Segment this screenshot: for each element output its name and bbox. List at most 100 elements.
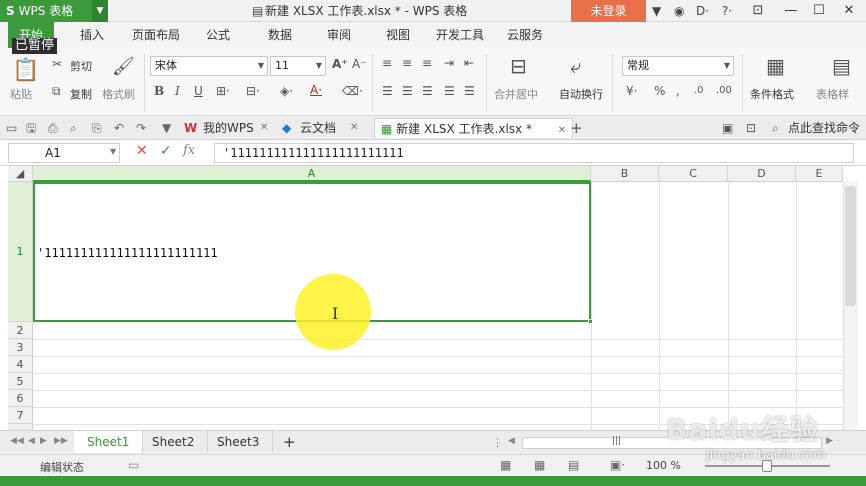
column-header-c[interactable]: C — [659, 166, 728, 182]
close-icon[interactable]: ✕ — [350, 118, 358, 138]
print-preview-icon[interactable]: ⌕ — [70, 118, 77, 138]
decrease-decimal-icon[interactable]: .00 — [716, 85, 732, 96]
share-icon[interactable]: D· — [696, 3, 709, 19]
formula-input[interactable]: '111111111111111111111111 — [214, 143, 854, 163]
align-right-icon[interactable]: ☰ — [422, 84, 433, 98]
chevron-down-icon[interactable]: ▼ — [92, 0, 108, 22]
scroll-right-icon[interactable]: ▶ — [826, 436, 833, 446]
customize-icon[interactable]: ▼ — [162, 118, 171, 138]
cancel-icon[interactable]: ✕ — [136, 143, 148, 159]
bold-icon[interactable]: B — [154, 84, 164, 98]
increase-decimal-icon[interactable]: .0 — [694, 85, 704, 96]
paste-button[interactable]: 粘贴 — [10, 86, 32, 102]
font-color-icon[interactable]: A· — [310, 83, 322, 97]
decrease-font-icon[interactable]: A⁻ — [352, 57, 367, 71]
paste-icon[interactable]: 📋 — [12, 58, 39, 83]
chevron-down-icon[interactable]: ▼ — [110, 147, 116, 156]
select-all-corner[interactable]: ◢ — [8, 166, 33, 182]
copy-button[interactable]: 复制 — [70, 86, 92, 102]
settings-icon[interactable]: ◉ — [674, 3, 684, 19]
tab-review[interactable]: 审阅 — [321, 22, 357, 48]
wrap-text-button[interactable]: 自动换行 — [559, 86, 603, 102]
find-command-input[interactable]: 点此查找命令 — [788, 118, 860, 138]
prev-sheet-icon[interactable]: ◀ — [28, 436, 35, 446]
horizontal-scroll-thumb[interactable]: ||| — [612, 436, 621, 446]
table-style-icon[interactable]: ▤ — [832, 54, 851, 78]
export-icon[interactable]: ⎘ — [92, 118, 102, 138]
row-header-6[interactable]: 6 — [8, 390, 33, 407]
first-sheet-icon[interactable]: ◀◀ — [10, 436, 24, 446]
align-top-icon[interactable]: ≡ — [382, 56, 392, 70]
clear-format-icon[interactable]: ⌫· — [342, 84, 363, 98]
currency-icon[interactable]: ¥· — [626, 84, 637, 98]
help-icon[interactable]: ?· — [722, 3, 732, 19]
next-sheet-icon[interactable]: ▶ — [40, 436, 47, 446]
underline-icon[interactable]: U — [194, 84, 203, 98]
tab-developer[interactable]: 开发工具 — [432, 22, 488, 48]
fill-handle[interactable] — [588, 319, 593, 324]
font-size-select[interactable]: 11 ▼ — [270, 56, 326, 76]
name-box[interactable]: A1 — [8, 143, 120, 163]
thousands-icon[interactable]: , — [676, 84, 680, 98]
increase-font-icon[interactable]: A⁺ — [332, 57, 348, 71]
wrap-text-icon[interactable]: ⤶ — [570, 54, 581, 78]
column-header-e[interactable]: E — [796, 166, 843, 182]
row-header-1[interactable]: 1 — [8, 182, 33, 322]
tab-cloud-docs[interactable]: 云文档 — [300, 118, 336, 138]
maximize-button[interactable]: ☐ — [806, 0, 832, 22]
sheet-tab-2[interactable]: Sheet2 — [139, 431, 209, 453]
page-break-view-icon[interactable]: ▦ — [534, 458, 545, 472]
tab-active-document[interactable]: ▦ 新建 XLSX 工作表.xlsx * ✕ — [374, 118, 574, 138]
align-left-icon[interactable]: ☰ — [382, 84, 393, 98]
confirm-icon[interactable]: ✓ — [160, 143, 172, 159]
reading-mode-icon[interactable]: ▣· — [610, 458, 625, 472]
tab-my-wps[interactable]: 我的WPS — [203, 118, 254, 138]
split-handle[interactable]: ⋮ — [492, 436, 503, 449]
row-header-3[interactable]: 3 — [8, 339, 33, 356]
align-bottom-icon[interactable]: ≡ — [422, 56, 432, 70]
undo-icon[interactable]: ↶ — [114, 118, 124, 138]
row-header-5[interactable]: 5 — [8, 373, 33, 390]
add-sheet-icon[interactable]: + — [270, 431, 309, 453]
open-icon[interactable]: ▭ — [6, 118, 17, 138]
column-header-d[interactable]: D — [728, 166, 796, 182]
minimize-button[interactable]: — — [778, 0, 804, 22]
vertical-scroll-thumb[interactable] — [845, 186, 856, 306]
insert-function-icon[interactable]: fx — [183, 143, 195, 158]
print-icon[interactable]: ⎙ — [48, 118, 58, 138]
merge-center-icon[interactable]: ⊟ — [510, 54, 527, 78]
indent-icon[interactable]: ⇥ — [444, 56, 454, 70]
justify-icon[interactable]: ☰ — [444, 84, 455, 98]
page-layout-view-icon[interactable]: ▤ — [568, 458, 579, 472]
row-header-4[interactable]: 4 — [8, 356, 33, 373]
sheet-tab-3[interactable]: Sheet3 — [204, 431, 274, 453]
close-button[interactable]: ✕ — [836, 0, 862, 22]
tab-cloud[interactable]: 云服务 — [502, 22, 548, 48]
normal-view-icon[interactable]: ▦ — [500, 458, 511, 472]
column-header-b[interactable]: B — [591, 166, 659, 182]
tab-page-layout[interactable]: 页面布局 — [128, 22, 184, 48]
save-icon[interactable]: 🖫 — [26, 118, 36, 138]
merge-borders-icon[interactable]: ⊟· — [246, 84, 260, 98]
cut-button[interactable]: 剪切 — [70, 58, 92, 74]
skin-icon[interactable]: ▼ — [652, 3, 661, 19]
column-header-a[interactable]: A — [33, 166, 591, 182]
last-sheet-icon[interactable]: ▶▶ — [54, 436, 68, 446]
close-icon[interactable]: ✕ — [260, 118, 268, 138]
row-header-2[interactable]: 2 — [8, 322, 33, 339]
tab-insert[interactable]: 插入 — [74, 22, 110, 48]
percent-icon[interactable]: % — [654, 84, 665, 98]
fill-color-icon[interactable]: ◈· — [280, 84, 293, 98]
tab-formulas[interactable]: 公式 — [200, 22, 236, 48]
copy-icon[interactable]: ⧉ — [52, 84, 61, 99]
format-painter-button[interactable]: 格式刷 — [102, 86, 135, 102]
restore-ribbon-button[interactable]: ⊡ — [745, 0, 771, 22]
format-painter-icon[interactable]: 🖌 — [112, 56, 135, 77]
macro-icon[interactable]: ▭ — [128, 458, 139, 472]
merge-center-button[interactable]: 合并居中 — [494, 86, 538, 102]
sheet-tab-1[interactable]: Sheet1 — [74, 431, 144, 453]
font-name-select[interactable]: 宋体 ▼ — [150, 56, 268, 76]
conditional-format-button[interactable]: 条件格式 — [750, 86, 794, 102]
distribute-icon[interactable]: ☰ — [464, 84, 475, 98]
lock-icon[interactable]: ⊡ — [746, 118, 756, 138]
